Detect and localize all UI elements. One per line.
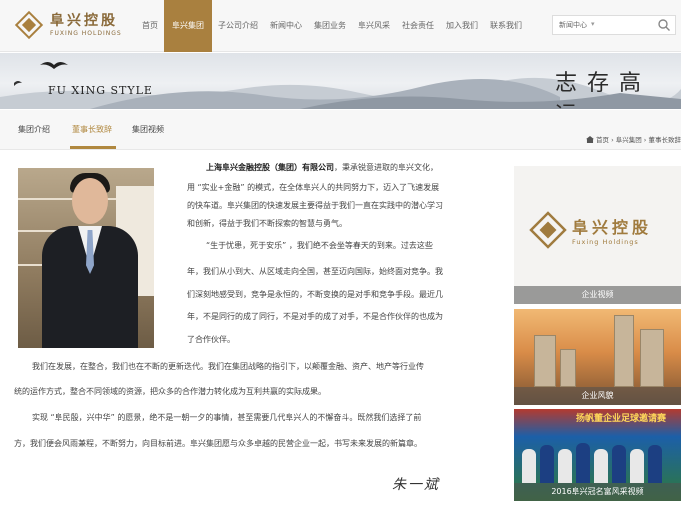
header: 阜兴控股 FUXING HOLDINGS 首页 阜兴集团 子公司介绍 新闻中心 … [0, 0, 681, 52]
chairman-signature: 朱一斌 [392, 477, 440, 493]
nav-item-group[interactable]: 阜兴集团 [164, 0, 212, 52]
logo-en: FUXING HOLDINGS [50, 30, 122, 37]
football-video-caption[interactable]: 2016阜兴冠名富风采视频 [514, 483, 681, 501]
speech-line-3: 的快车道。阜兴集团的快速发展主要得益于我们一直在实践中的潜心学习 [187, 201, 443, 210]
logo-cn: 阜兴控股 [50, 13, 118, 29]
breadcrumb: 首页 › 阜兴集团 › 董事长致辞 [586, 134, 681, 144]
speech-line-2: 用 “实业+金融” 的模式，在全体阜兴人的共同努力下，迈入了飞速发展 [187, 183, 440, 192]
logo-mark-icon [529, 211, 567, 249]
speech-line-11: 统的运作方式，整合不同领域的资源，把众多的合作潜力转化成为互利共赢的实际成果。 [14, 387, 326, 396]
company-video-card[interactable]: 阜兴控股 Fuxing Holdings 企业视频 [514, 166, 681, 304]
speech-line-5: “生于忧患，死于安乐” ，我们绝不会坐等春天的到来。过去这些 [206, 241, 433, 250]
search-icon[interactable] [657, 18, 671, 32]
speech-line-6: 年，我们从小到大、从区域走向全国，甚至迈向国际，始终面对竞争。我 [187, 267, 443, 276]
company-scenery-caption[interactable]: 企业风貌 [514, 387, 681, 405]
football-banner-text: 扬帆董企业足球邀请赛 [576, 414, 667, 424]
search-box[interactable]: 新闻中心 ▾ [552, 15, 676, 35]
home-icon[interactable] [586, 136, 594, 143]
company-name: 上海阜兴金融控股（集团）有限公司 [206, 163, 334, 172]
nav-item-subsidiaries[interactable]: 子公司介绍 [212, 0, 264, 52]
company-scenery-card[interactable]: 企业风貌 [514, 309, 681, 405]
speech-line-9: 了合作伙伴。 [187, 335, 235, 344]
nav-item-responsibility[interactable]: 社会责任 [396, 0, 440, 52]
speech-line-8: 年，不是同行的成了同行，不是对手的成了对手，不是合作伙伴的也成为 [187, 312, 443, 321]
banner-calligraphy: 志存高远 [555, 71, 652, 109]
company-logo[interactable]: 阜兴控股 FUXING HOLDINGS [14, 8, 134, 44]
nav-item-style[interactable]: 阜兴风采 [352, 0, 396, 52]
football-video-card[interactable]: 扬帆董企业足球邀请赛 2016阜兴冠名富风采视频 [514, 409, 681, 501]
nav-item-business[interactable]: 集团业务 [308, 0, 352, 52]
card-logo-en: Fuxing Holdings [572, 238, 639, 246]
card-logo-cn: 阜兴控股 [572, 218, 653, 237]
page-banner: FU XING STYLE 志存高远 [0, 53, 681, 109]
nav-item-join[interactable]: 加入我们 [440, 0, 484, 52]
speech-line-1: 上海阜兴金融控股（集团）有限公司，秉承锐意进取的阜兴文化， [206, 163, 438, 172]
speech-line-7: 们深刻地感受到，竞争是永恒的，不断变换的是对手和竞争手段。最近几 [187, 290, 443, 299]
tab-chairman-speech[interactable]: 董事长致辞 [72, 124, 112, 135]
tab-group-video[interactable]: 集团视频 [132, 124, 164, 135]
nav-item-news[interactable]: 新闻中心 [264, 0, 308, 52]
speech-line-12: 实现 “阜民殷，兴中华” 的愿景，绝不是一朝一夕的事情，甚至需要几代阜兴人的不懈… [32, 413, 422, 422]
chairman-photo [18, 168, 154, 348]
banner-style-text: FU XING STYLE [48, 84, 153, 97]
breadcrumb-text[interactable]: 首页 › 阜兴集团 › 董事长致辞 [596, 136, 681, 144]
speech-line-4: 和创新，得益于我们不断探索的智慧与勇气。 [187, 219, 347, 228]
main-nav: 首页 阜兴集团 子公司介绍 新闻中心 集团业务 阜兴风采 社会责任 加入我们 联… [136, 0, 528, 52]
nav-item-contact[interactable]: 联系我们 [484, 0, 528, 52]
chevron-down-icon[interactable]: ▾ [591, 20, 595, 28]
tab-group-intro[interactable]: 集团介绍 [18, 124, 50, 135]
company-video-caption[interactable]: 企业视频 [514, 286, 681, 304]
nav-item-home[interactable]: 首页 [136, 0, 164, 52]
speech-line-10: 我们在发展，在整合，我们也在不断的更新迭代。我们在集团战略的指引下，以颠覆金融、… [32, 362, 424, 371]
sub-nav: 集团介绍 董事长致辞 集团视频 首页 › 阜兴集团 › 董事长致辞 [0, 110, 681, 150]
speech-line-13: 方，我们便会风雨兼程，不断努力，向目标前进。阜兴集团愿与众多卓越的民营企业一起，… [14, 439, 422, 448]
logo-mark-icon [14, 10, 44, 40]
active-tab-indicator [70, 146, 116, 149]
search-category[interactable]: 新闻中心 [559, 20, 587, 30]
